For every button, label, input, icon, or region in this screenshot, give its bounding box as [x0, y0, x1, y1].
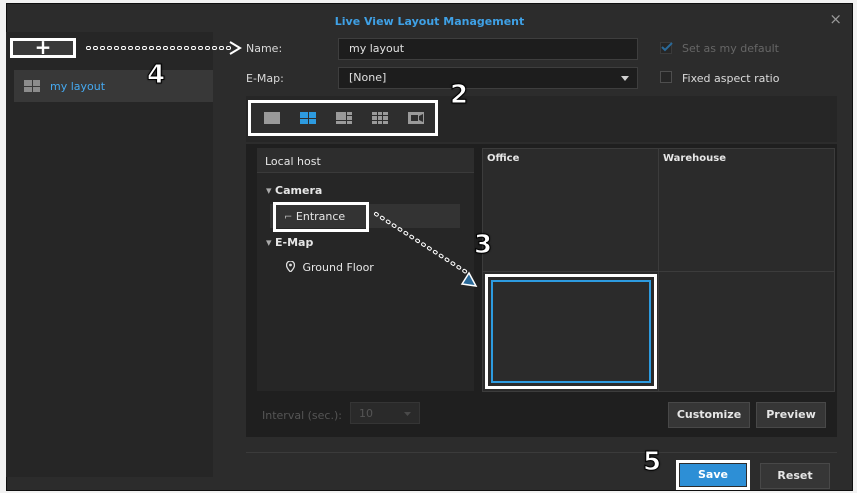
layout-list-item[interactable]: my layout — [14, 70, 213, 102]
step-4-marker: 4 — [146, 60, 166, 91]
add-layout-button[interactable]: + — [10, 37, 76, 58]
chevron-down-icon — [621, 76, 629, 81]
name-input[interactable]: my layout — [338, 38, 638, 60]
interval-select[interactable]: 10 — [350, 402, 420, 424]
fixed-aspect-checkbox[interactable] — [660, 71, 672, 83]
emap-select-value: [None] — [349, 71, 387, 84]
collapse-icon: ▾ — [266, 184, 276, 197]
preview-button[interactable]: Preview — [756, 402, 826, 428]
title-bar: Live View Layout Management × — [7, 4, 852, 34]
layout-style-icons — [248, 100, 438, 136]
map-pin-icon — [285, 260, 296, 273]
camera-icon: ⌐ — [284, 212, 293, 223]
reset-button[interactable]: Reset — [760, 463, 830, 489]
step3-arrow — [374, 212, 478, 287]
camera-category-label: Camera — [275, 184, 323, 197]
step4-arrow — [86, 41, 242, 55]
grid-cell-office[interactable]: Office — [482, 148, 659, 272]
emap-category-label: E-Map — [275, 236, 314, 249]
interval-label: Interval (sec.): — [262, 409, 342, 422]
check-icon — [661, 42, 673, 52]
grid-cell-empty-2[interactable] — [658, 271, 835, 392]
tree-header-label: Local host — [265, 155, 321, 168]
emap-label: E-Map: — [246, 72, 284, 85]
grid-cell-label: Warehouse — [663, 153, 726, 164]
step-3-marker: 3 — [473, 230, 493, 261]
emap-select[interactable]: [None] — [338, 67, 638, 89]
layout-item-label: my layout — [50, 80, 106, 93]
customize-button[interactable]: Customize — [668, 402, 750, 428]
grid-cell-label: Office — [487, 153, 520, 164]
single-view-icon[interactable] — [264, 112, 280, 124]
fixed-aspect-label: Fixed aspect ratio — [682, 72, 780, 85]
grid-cell-warehouse[interactable]: Warehouse — [658, 148, 835, 272]
set-default-checkbox[interactable] — [660, 42, 673, 54]
tree-emap-category[interactable]: ▾ E-Map — [266, 236, 313, 249]
window-title: Live View Layout Management — [334, 15, 525, 28]
close-icon[interactable]: × — [829, 10, 842, 28]
save-button[interactable]: Save — [680, 464, 746, 486]
tree-item-entrance[interactable]: ⌐ Entrance — [284, 210, 345, 223]
grid-3x3-icon[interactable] — [336, 112, 352, 124]
grid-2x2-icon[interactable] — [300, 112, 316, 124]
step-5-marker: 5 — [642, 447, 662, 478]
tree-item-ground-floor-label: Ground Floor — [302, 261, 374, 274]
tree-camera-category[interactable]: ▾ Camera — [266, 184, 322, 197]
set-default-label: Set as my default — [682, 42, 779, 55]
footer-divider — [246, 452, 837, 453]
tree-header: Local host — [257, 148, 474, 173]
layout-grid-icon — [24, 80, 40, 92]
tree-item-entrance-label: Entrance — [295, 210, 346, 223]
tree-item-ground-floor[interactable]: Ground Floor — [285, 260, 374, 274]
chevron-down-icon — [404, 412, 411, 416]
grid-4x4-icon[interactable] — [372, 112, 388, 124]
collapse-icon: ▾ — [266, 236, 276, 249]
step-2-marker: 2 — [449, 80, 469, 111]
drop-target-highlight — [485, 274, 657, 389]
name-label: Name: — [246, 42, 283, 55]
camera-view-icon[interactable] — [408, 112, 424, 124]
interval-value: 10 — [359, 407, 373, 420]
